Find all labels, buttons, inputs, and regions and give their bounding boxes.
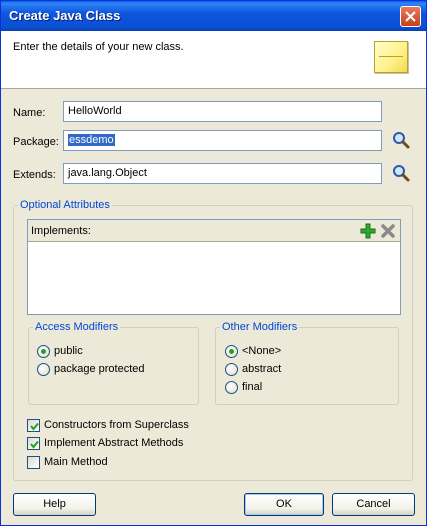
close-icon [405, 11, 416, 22]
dialog-header: Enter the details of your new class. [1, 31, 426, 89]
title-bar[interactable]: Create Java Class [1, 1, 426, 31]
plus-icon [360, 223, 376, 239]
extends-input-value: java.lang.Object [68, 167, 147, 179]
checkmark-icon [30, 440, 39, 449]
other-modifiers-legend: Other Modifiers [222, 321, 298, 333]
magnifier-icon [393, 165, 410, 182]
name-input[interactable]: HelloWorld [63, 101, 382, 122]
extends-label: Extends: [13, 169, 56, 181]
create-java-class-dialog: Create Java Class Enter the details of y… [0, 0, 427, 526]
radio-none[interactable]: <None> [225, 343, 281, 359]
implements-list[interactable]: Implements: [27, 219, 401, 315]
radio-package-protected[interactable]: package protected [37, 361, 145, 377]
radio-public[interactable]: public [37, 343, 83, 359]
checkbox-label: Constructors from Superclass [44, 419, 189, 431]
radio-button[interactable] [37, 362, 50, 376]
checkbox[interactable] [27, 436, 40, 450]
radio-label: final [242, 381, 263, 393]
name-input-value: HelloWorld [68, 105, 122, 117]
checkbox-label: Implement Abstract Methods [44, 437, 184, 449]
help-button[interactable]: Help [13, 493, 96, 516]
checkbox-main-method[interactable]: Main Method [27, 454, 108, 470]
package-label: Package: [13, 136, 59, 148]
radio-button[interactable] [37, 344, 50, 358]
extends-input[interactable]: java.lang.Object [63, 163, 382, 184]
checkbox-label: Main Method [44, 456, 108, 468]
class-note-icon [374, 41, 408, 73]
window-title: Create Java Class [9, 8, 121, 23]
magnifier-icon [393, 132, 410, 149]
radio-label: public [54, 345, 83, 357]
checkbox[interactable] [27, 418, 40, 432]
checkbox-constructors-from-superclass[interactable]: Constructors from Superclass [27, 417, 189, 433]
close-button[interactable] [400, 6, 421, 27]
radio-abstract[interactable]: abstract [225, 361, 281, 377]
name-label: Name: [13, 107, 46, 119]
radio-final[interactable]: final [225, 379, 262, 395]
delete-x-icon [381, 224, 395, 238]
checkbox[interactable] [27, 455, 40, 469]
radio-button[interactable] [225, 380, 238, 394]
extends-browse-button[interactable] [391, 163, 411, 183]
add-interface-button[interactable] [360, 223, 376, 239]
package-input[interactable]: essdemo [63, 130, 382, 151]
package-input-value: essdemo [68, 134, 115, 146]
access-modifiers-legend: Access Modifiers [35, 321, 119, 333]
checkbox-implement-abstract-methods[interactable]: Implement Abstract Methods [27, 435, 183, 451]
checkmark-icon [30, 422, 39, 431]
optional-attributes-legend: Optional Attributes [20, 199, 110, 211]
implements-header: Implements: [28, 220, 400, 242]
remove-interface-button[interactable] [380, 223, 396, 239]
header-description: Enter the details of your new class. [13, 41, 184, 53]
radio-label: <None> [242, 345, 282, 357]
implements-label: Implements: [31, 225, 91, 237]
cancel-button[interactable]: Cancel [332, 493, 415, 516]
radio-label: abstract [242, 363, 282, 375]
ok-button[interactable]: OK [244, 493, 324, 516]
radio-label: package protected [54, 363, 145, 375]
radio-button[interactable] [225, 344, 238, 358]
radio-button[interactable] [225, 362, 238, 376]
package-browse-button[interactable] [391, 130, 411, 150]
